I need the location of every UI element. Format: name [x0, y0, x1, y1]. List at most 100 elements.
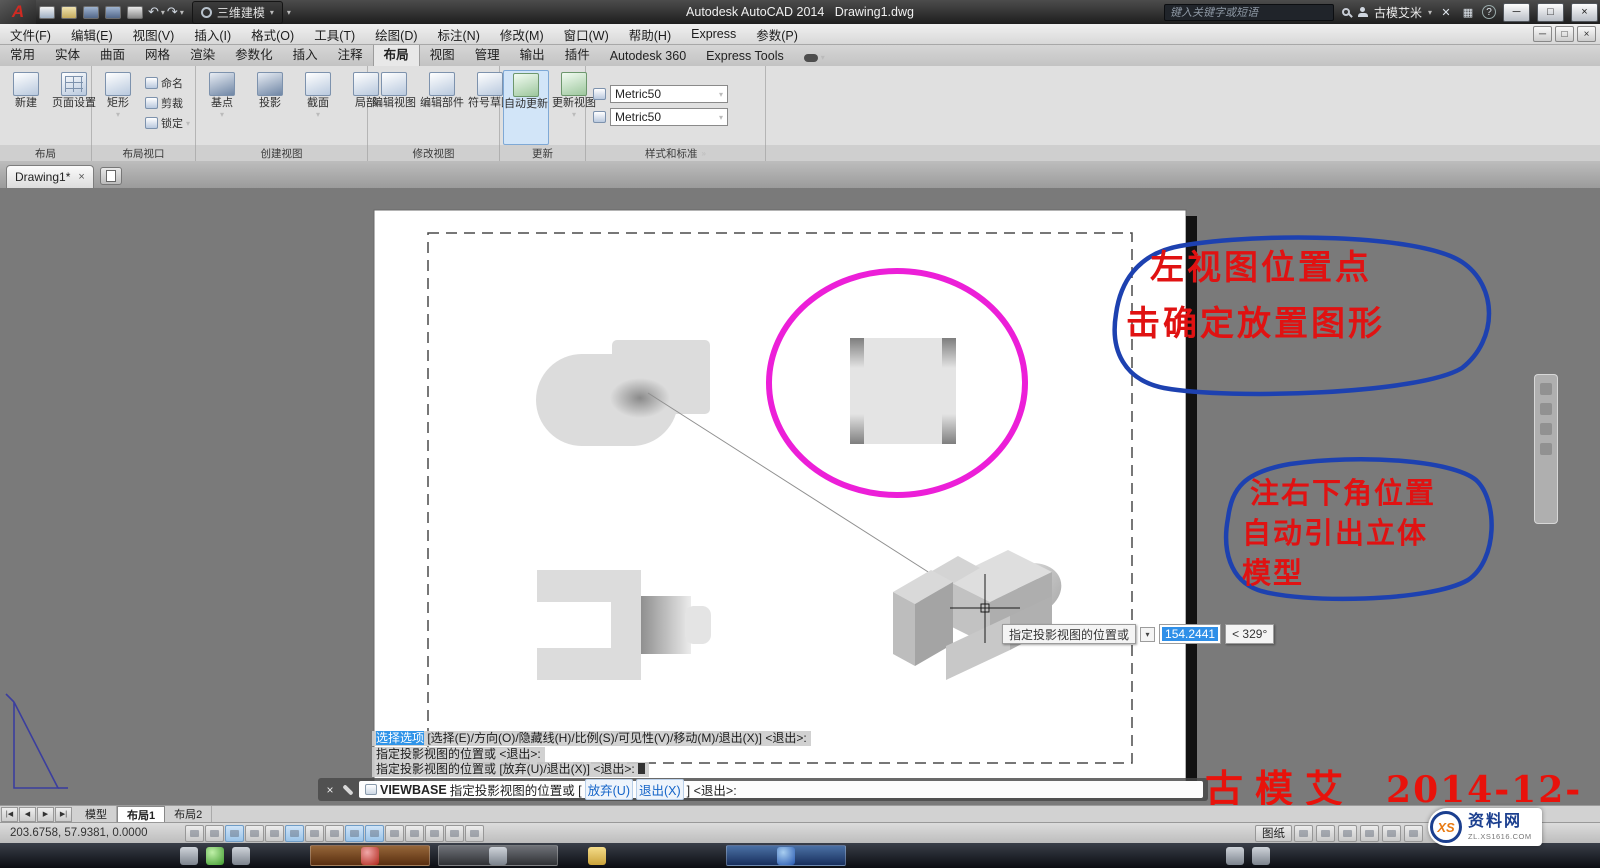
tab-insert[interactable]: 插入: [283, 42, 328, 66]
steering-wheel-icon[interactable]: [1540, 443, 1552, 455]
tab-home[interactable]: 常用: [0, 42, 45, 66]
redo-caret-icon[interactable]: ▾: [180, 8, 184, 17]
orbit-icon[interactable]: [1540, 423, 1552, 435]
tab-output[interactable]: 输出: [510, 42, 555, 66]
new-tab-button[interactable]: [100, 167, 122, 185]
transparency-toggle[interactable]: [405, 825, 424, 842]
quick-properties-toggle[interactable]: [425, 825, 444, 842]
menu-tools[interactable]: 工具(T): [304, 24, 365, 45]
tab-surface[interactable]: 曲面: [90, 42, 135, 66]
panel-title-update[interactable]: 更新: [500, 145, 586, 161]
menu-dimension[interactable]: 标注(N): [428, 24, 490, 45]
last-layout-icon[interactable]: ▶|: [55, 807, 72, 822]
annotation-monitor-toggle[interactable]: [465, 825, 484, 842]
object-snap-tracking-toggle[interactable]: [325, 825, 344, 842]
taskbar-app-2-icon[interactable]: [206, 847, 224, 865]
paper-model-toggle[interactable]: 图纸: [1255, 825, 1292, 842]
taskbar-running-app-2[interactable]: [438, 845, 558, 866]
panel-title-viewports[interactable]: 布局视口: [92, 145, 196, 161]
projected-view-button[interactable]: 投影: [247, 70, 293, 145]
named-viewport-button[interactable]: 命名: [143, 74, 192, 92]
command-option-exit[interactable]: 退出(X): [636, 779, 684, 800]
page-setup-button[interactable]: 页面设置: [51, 70, 97, 145]
infer-constraints-toggle[interactable]: [185, 825, 204, 842]
exchange-apps-icon[interactable]: ✕: [1438, 4, 1454, 20]
help-search-input[interactable]: 键入关键字或短语: [1164, 4, 1334, 21]
annotation-scale-icon[interactable]: [1338, 825, 1357, 842]
undo-icon[interactable]: ↶: [148, 4, 159, 20]
dynamic-input-value-field[interactable]: 154.2441: [1159, 624, 1221, 644]
doc-close-button[interactable]: ×: [1577, 26, 1596, 42]
menu-parametric[interactable]: 参数(P): [746, 24, 808, 45]
close-button[interactable]: ×: [1571, 3, 1598, 22]
menu-express[interactable]: Express: [681, 24, 746, 45]
doc-minimize-button[interactable]: ─: [1533, 26, 1552, 42]
rect-viewport-button[interactable]: 矩形 ▾: [95, 70, 141, 145]
tab-mesh[interactable]: 网格: [135, 42, 180, 66]
drawing-view-top[interactable]: [850, 338, 956, 444]
zoom-icon[interactable]: [1540, 403, 1552, 415]
auto-update-button[interactable]: 自动更新: [503, 70, 549, 145]
lineweight-toggle[interactable]: [385, 825, 404, 842]
taskbar-folder-icon[interactable]: [588, 847, 606, 865]
prev-layout-icon[interactable]: ◀: [19, 807, 36, 822]
menu-insert[interactable]: 插入(I): [184, 24, 241, 45]
tab-parametric[interactable]: 参数化: [225, 42, 283, 66]
panel-title-modify[interactable]: 修改视图: [368, 145, 500, 161]
wrench-icon[interactable]: [342, 784, 353, 795]
cleanscreen-icon[interactable]: [1404, 825, 1423, 842]
menu-view[interactable]: 视图(V): [123, 24, 185, 45]
taskbar-running-app-3[interactable]: [726, 845, 846, 866]
lock-viewport-button[interactable]: 锁定 ▾: [143, 114, 192, 132]
autocad-logo-icon[interactable]: A: [0, 0, 36, 24]
new-drawing-icon[interactable]: [39, 6, 55, 19]
new-layout-button[interactable]: 新建: [3, 70, 49, 145]
file-tab-close-icon[interactable]: ×: [78, 171, 84, 183]
workspace-switching-icon[interactable]: [1360, 825, 1379, 842]
help-icon[interactable]: ?: [1482, 5, 1496, 19]
qat-menu-caret-icon[interactable]: ▾: [287, 8, 291, 17]
tab-autodesk360[interactable]: Autodesk 360: [600, 47, 696, 66]
grid-display-toggle[interactable]: [225, 825, 244, 842]
search-icon[interactable]: [1342, 8, 1350, 16]
taskbar-app-3-icon[interactable]: [232, 847, 250, 865]
file-tab-drawing1[interactable]: Drawing1* ×: [6, 165, 94, 188]
tab-solid[interactable]: 实体: [45, 42, 90, 66]
ortho-mode-toggle[interactable]: [245, 825, 264, 842]
dynamic-ucs-toggle[interactable]: [345, 825, 364, 842]
ribbon-minimize-caret-icon[interactable]: ▾: [821, 53, 825, 62]
save-icon[interactable]: [83, 6, 99, 19]
tab-plugins[interactable]: 插件: [555, 42, 600, 66]
taskbar-app-1-icon[interactable]: [180, 847, 198, 865]
base-view-button[interactable]: 基点 ▾: [199, 70, 245, 145]
edit-components-button[interactable]: 编辑部件: [419, 70, 465, 145]
signin-user[interactable]: 古模艾米: [1374, 4, 1422, 21]
pan-icon[interactable]: [1540, 383, 1552, 395]
menu-window[interactable]: 窗口(W): [554, 24, 619, 45]
undo-caret-icon[interactable]: ▾: [161, 8, 165, 17]
3d-object-snap-toggle[interactable]: [305, 825, 324, 842]
tab-manage[interactable]: 管理: [465, 42, 510, 66]
object-snap-toggle[interactable]: [285, 825, 304, 842]
open-icon[interactable]: [61, 6, 77, 19]
connect-icon[interactable]: ▦: [1460, 4, 1476, 20]
tab-layout2[interactable]: 布局2: [165, 806, 212, 822]
taskbar-running-app-1[interactable]: [310, 845, 430, 866]
doc-restore-button[interactable]: □: [1555, 26, 1574, 42]
dynamic-input-toggle[interactable]: [365, 825, 384, 842]
tab-annotate[interactable]: 注释: [328, 42, 373, 66]
panel-title-layout[interactable]: 布局: [0, 145, 92, 161]
maximize-button[interactable]: □: [1537, 3, 1564, 22]
tab-view[interactable]: 视图: [420, 42, 465, 66]
quick-view-drawings-icon[interactable]: [1316, 825, 1335, 842]
user-caret-icon[interactable]: ▾: [1428, 8, 1432, 17]
lock-ui-icon[interactable]: [1382, 825, 1401, 842]
selection-cycling-toggle[interactable]: [445, 825, 464, 842]
style-combo-2[interactable]: Metric50 ▾: [610, 108, 728, 126]
redo-icon[interactable]: ↷: [167, 4, 178, 20]
ribbon-options-icon[interactable]: [804, 54, 818, 62]
menu-edit[interactable]: 编辑(E): [61, 24, 123, 45]
navigation-bar[interactable]: [1534, 374, 1558, 524]
polar-tracking-toggle[interactable]: [265, 825, 284, 842]
menu-format[interactable]: 格式(O): [241, 24, 304, 45]
